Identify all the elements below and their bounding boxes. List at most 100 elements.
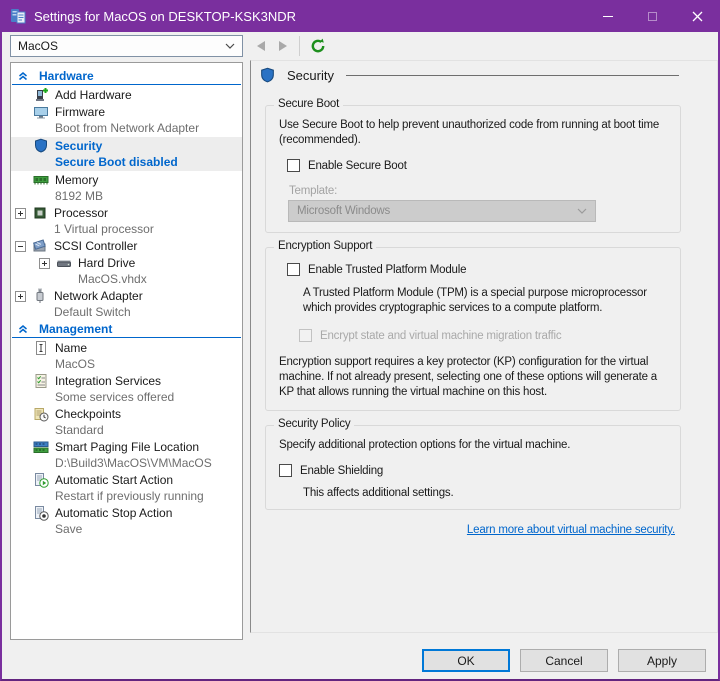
vm-selector-value: MacOS <box>18 39 225 53</box>
close-icon <box>692 11 703 22</box>
enable-tpm-row: Enable Trusted Platform Module <box>287 263 670 276</box>
item-label: Add Hardware <box>55 87 132 103</box>
sidebar-item-security[interactable]: Security Secure Boot disabled <box>11 137 242 171</box>
item-sublabel: Save <box>55 521 172 537</box>
name-file-icon <box>33 340 49 356</box>
expand-plus-icon[interactable] <box>39 258 50 269</box>
title-bar[interactable]: Settings for MacOS on DESKTOP-KSK3NDR <box>0 0 720 32</box>
chevron-down-icon <box>225 43 235 49</box>
policy-description: Specify additional protection options fo… <box>279 438 670 453</box>
sidebar-item-auto-start[interactable]: Automatic Start Action Restart if previo… <box>11 472 242 504</box>
enable-secure-boot-checkbox[interactable] <box>287 159 300 172</box>
maximize-button <box>630 0 675 32</box>
sidebar-nav: Hardware Add Hardware Firmware Boot from… <box>10 62 243 640</box>
sidebar-item-checkpoints[interactable]: Checkpoints Standard <box>11 406 242 438</box>
item-label: Firmware <box>55 104 199 120</box>
encrypt-traffic-checkbox <box>299 329 312 342</box>
item-label: Checkpoints <box>55 406 121 422</box>
enable-shielding-checkbox[interactable] <box>279 464 292 477</box>
enable-tpm-checkbox[interactable] <box>287 263 300 276</box>
sidebar-item-memory[interactable]: Memory 8192 MB <box>11 172 242 204</box>
window-title: Settings for MacOS on DESKTOP-KSK3NDR <box>34 9 585 24</box>
forward-button <box>279 41 287 51</box>
hyperv-settings-icon <box>9 7 27 25</box>
security-shield-icon <box>259 67 276 84</box>
checkbox-label: Enable Trusted Platform Module <box>308 264 466 276</box>
item-label: Memory <box>55 172 103 188</box>
sidebar-item-smart-paging[interactable]: Smart Paging File Location D:\Build3\Mac… <box>11 439 242 471</box>
item-label: Smart Paging File Location <box>55 439 212 455</box>
group-title: Secure Boot <box>274 98 343 110</box>
checkbox-label: Enable Shielding <box>300 465 383 477</box>
scsi-controller-icon <box>32 238 48 254</box>
group-title: Encryption Support <box>274 240 376 252</box>
item-label: Name <box>55 340 95 356</box>
sidebar-section-hardware[interactable]: Hardware <box>11 68 242 84</box>
link-row: Learn more about virtual machine securit… <box>265 524 681 536</box>
add-hardware-icon <box>33 87 49 103</box>
ok-button[interactable]: OK <box>422 649 510 672</box>
integration-services-icon <box>33 373 49 389</box>
item-sublabel: MacOS <box>55 356 95 372</box>
pane-title: Security <box>287 68 334 83</box>
learn-more-link[interactable]: Learn more about virtual machine securit… <box>467 524 675 536</box>
tpm-description: A Trusted Platform Module (TPM) is a spe… <box>303 286 670 316</box>
template-label: Template: <box>289 185 670 197</box>
sidebar-item-firmware[interactable]: Firmware Boot from Network Adapter <box>11 104 242 136</box>
sidebar-section-management[interactable]: Management <box>11 321 242 337</box>
sidebar-item-hard-drive[interactable]: Hard Drive MacOS.vhdx <box>11 255 242 287</box>
item-sublabel: Restart if previously running <box>55 488 204 504</box>
refresh-button[interactable] <box>310 38 326 54</box>
collapse-minus-icon[interactable] <box>15 241 26 252</box>
back-button <box>257 41 265 51</box>
back-arrow-icon <box>257 41 265 51</box>
sidebar-item-auto-stop[interactable]: Automatic Stop Action Save <box>11 505 242 537</box>
sidebar-item-add-hardware[interactable]: Add Hardware <box>11 87 242 103</box>
enable-shielding-row: Enable Shielding <box>279 464 670 477</box>
vm-selector-combobox[interactable]: MacOS <box>10 35 243 57</box>
sidebar-item-name[interactable]: Name MacOS <box>11 340 242 372</box>
sidebar-item-network-adapter[interactable]: Network Adapter Default Switch <box>11 288 242 320</box>
security-shield-icon <box>33 138 49 154</box>
item-sublabel: Secure Boot disabled <box>55 154 178 170</box>
expand-plus-icon[interactable] <box>15 291 26 302</box>
encryption-support-group: Encryption Support Enable Trusted Platfo… <box>265 247 681 411</box>
section-label: Hardware <box>39 69 94 83</box>
settings-pane: Security Secure Boot Use Secure Boot to … <box>250 60 718 633</box>
cancel-button[interactable]: Cancel <box>520 649 608 672</box>
header-divider <box>346 75 679 76</box>
dialog-body: Hardware Add Hardware Firmware Boot from… <box>2 60 718 679</box>
item-sublabel: Default Switch <box>54 304 143 320</box>
collapse-chevron-icon[interactable] <box>17 70 29 82</box>
item-sublabel: Some services offered <box>55 389 174 405</box>
template-value: Microsoft Windows <box>297 205 577 217</box>
chevron-down-icon <box>577 208 587 214</box>
sidebar-item-integration-services[interactable]: Integration Services Some services offer… <box>11 373 242 405</box>
checkbox-label: Enable Secure Boot <box>308 160 407 172</box>
checkpoints-icon <box>33 406 49 422</box>
sidebar-item-scsi-controller[interactable]: SCSI Controller <box>11 238 242 254</box>
apply-button[interactable]: Apply <box>618 649 706 672</box>
forward-arrow-icon <box>279 41 287 51</box>
collapse-chevron-icon[interactable] <box>17 323 29 335</box>
encrypt-traffic-row: Encrypt state and virtual machine migrat… <box>299 329 670 342</box>
expand-plus-icon[interactable] <box>15 208 26 219</box>
security-policy-group: Security Policy Specify additional prote… <box>265 425 681 510</box>
toolbar-separator <box>299 36 300 56</box>
sidebar-item-processor[interactable]: Processor 1 Virtual processor <box>11 205 242 237</box>
item-sublabel: Boot from Network Adapter <box>55 120 199 136</box>
item-label: Security <box>55 138 178 154</box>
network-adapter-icon <box>32 288 48 304</box>
template-dropdown: Microsoft Windows <box>288 200 596 222</box>
item-label: Automatic Start Action <box>55 472 204 488</box>
secure-boot-group: Secure Boot Use Secure Boot to help prev… <box>265 105 681 233</box>
group-title: Security Policy <box>274 418 354 430</box>
minimize-button[interactable] <box>585 0 630 32</box>
firmware-icon <box>33 104 49 120</box>
maximize-icon <box>648 12 657 21</box>
item-label: Automatic Stop Action <box>55 505 172 521</box>
close-button[interactable] <box>675 0 720 32</box>
refresh-icon <box>310 38 326 54</box>
enable-secure-boot-row: Enable Secure Boot <box>287 159 670 172</box>
pane-header: Security <box>259 67 679 84</box>
